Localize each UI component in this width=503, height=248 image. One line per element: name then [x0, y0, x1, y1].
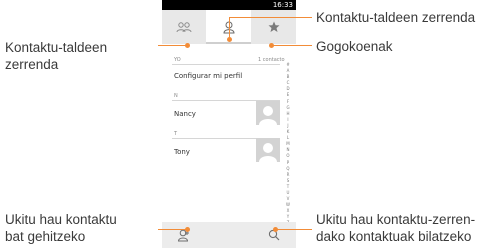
status-bar: 16:33: [162, 0, 296, 10]
section-header-n: N: [174, 93, 178, 99]
contact-list: YO 1 contacto Configurar mi perfil N Nan…: [162, 44, 296, 234]
leader-dot: [227, 37, 232, 42]
groups-icon: [176, 22, 192, 33]
callout-group-list-top: Kontaktu-taldeen zerrenda: [316, 10, 476, 25]
tab-favorites[interactable]: [251, 10, 296, 44]
leader-line-favorites: [271, 45, 312, 46]
tab-groups[interactable]: [162, 10, 206, 44]
avatar[interactable]: [256, 138, 280, 162]
leader-dot: [185, 227, 190, 232]
callout-favorites: Gogokoenak: [316, 39, 393, 54]
person-icon: [259, 106, 277, 125]
section-header-me: YO: [174, 57, 181, 63]
leader-line-group-list-top-vertical: [229, 17, 230, 39]
section-count: 1 contacto: [258, 57, 285, 63]
list-item-nancy[interactable]: Nancy: [174, 110, 196, 118]
list-item-my-profile[interactable]: Configurar mi perfil: [174, 72, 242, 80]
callout-search-contacts: Ukitu hau kontaktu-zerren- dako kontaktu…: [316, 212, 476, 244]
leader-line-search: [275, 229, 312, 230]
leader-line-group-list-left: [158, 45, 187, 46]
section-header-t: T: [174, 131, 178, 137]
divider: [172, 64, 280, 65]
alphabet-index[interactable]: #ABCDEFGHIJKLMNOPQRSTUVWXYZ: [283, 62, 293, 227]
leader-dot: [273, 227, 278, 232]
status-time: 16:33: [272, 1, 293, 9]
leader-line-group-list-top: [229, 17, 312, 18]
avatar[interactable]: [256, 101, 280, 125]
person-icon: [259, 143, 277, 162]
leader-dot: [269, 43, 274, 48]
callout-add-contact: Ukitu hau kontaktu bat gehitzeko: [5, 212, 117, 244]
bottom-bar: [162, 222, 296, 248]
leader-dot: [185, 43, 190, 48]
list-item-tony[interactable]: Tony: [174, 148, 190, 156]
favorites-icon: [268, 21, 279, 32]
leader-line-add-contact: [158, 229, 187, 230]
callout-group-list-left: Kontaktu-taldeen zerrenda: [5, 40, 108, 72]
